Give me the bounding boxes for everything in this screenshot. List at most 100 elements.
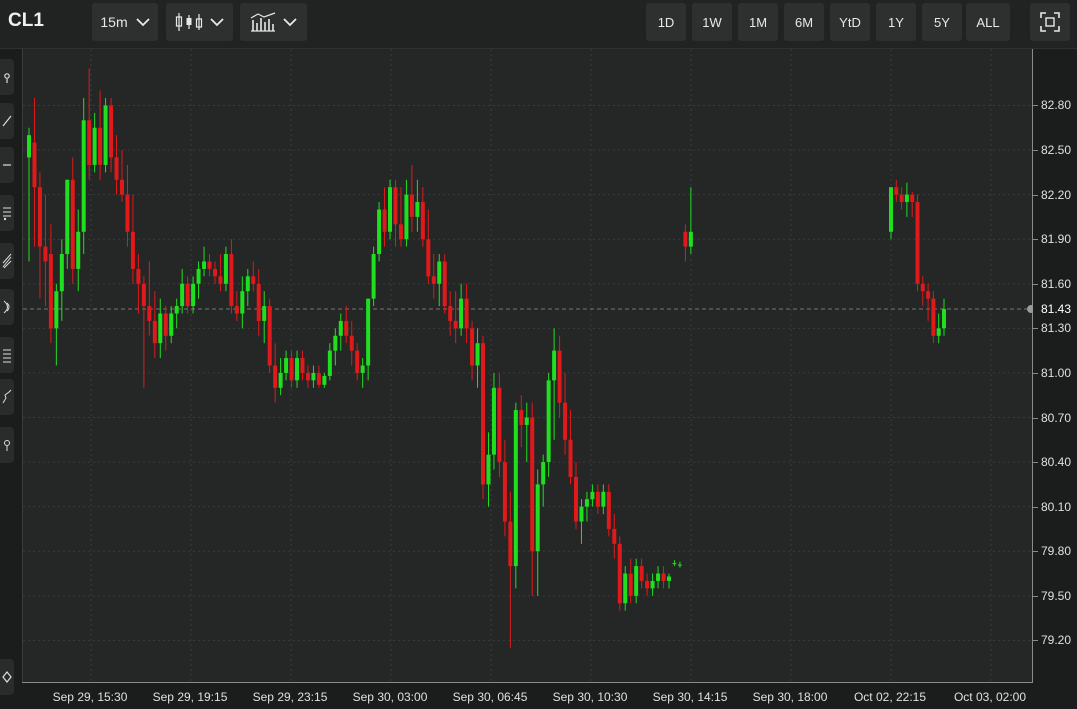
- candle-body: [666, 576, 671, 581]
- eraser-tool-button[interactable]: [0, 659, 14, 695]
- candle-body: [234, 306, 239, 314]
- candle-body: [141, 283, 146, 307]
- candle-body: [920, 283, 925, 292]
- range-1m-button[interactable]: 1M: [738, 3, 778, 41]
- candle: [158, 298, 163, 359]
- crosshair-tool-button[interactable]: [0, 59, 14, 95]
- interval-selector[interactable]: 15m: [92, 3, 158, 41]
- pattern-tool-button[interactable]: [0, 337, 14, 373]
- candle: [541, 454, 546, 507]
- candle: [920, 276, 925, 307]
- candle-body: [169, 313, 174, 336]
- candle: [70, 157, 75, 284]
- candle-body: [382, 209, 387, 232]
- horizontal-line-tool-icon: [3, 164, 11, 166]
- y-axis-label: 80.10: [1041, 499, 1072, 514]
- x-axis-label: Oct 03, 02:00: [953, 690, 1027, 704]
- eraser-tool-icon: [2, 671, 12, 683]
- candle: [519, 395, 524, 448]
- candle-body: [251, 276, 256, 284]
- chevron-down-icon: [210, 17, 224, 26]
- x-axis-label: Sep 29, 19:15: [152, 690, 228, 704]
- candle: [645, 573, 650, 596]
- candle: [661, 566, 666, 589]
- candle-body: [371, 254, 376, 299]
- candle: [623, 566, 628, 611]
- range-all-button[interactable]: ALL: [966, 3, 1010, 41]
- candle-body: [661, 573, 666, 581]
- candle: [360, 358, 365, 388]
- candle-body: [262, 306, 267, 321]
- range-6m-button[interactable]: 6M: [784, 3, 824, 41]
- candle-body: [70, 179, 75, 269]
- candle: [398, 187, 403, 247]
- candle: [393, 179, 398, 247]
- pitchfork-tool-button[interactable]: [0, 243, 14, 279]
- candle-body: [218, 276, 223, 284]
- candle-body: [475, 343, 480, 366]
- candle-body: [524, 417, 529, 425]
- y-axis-tick: [1033, 595, 1038, 597]
- last-price-label: 81.43: [1041, 302, 1072, 317]
- trendline-tool-button[interactable]: [0, 103, 14, 139]
- y-axis-label: 81.00: [1041, 365, 1072, 380]
- candle: [677, 561, 682, 568]
- candle: [218, 254, 223, 292]
- symbol-title: CL1: [8, 10, 44, 31]
- candle-body: [470, 328, 475, 366]
- candle: [98, 90, 103, 180]
- candle: [327, 343, 332, 381]
- price-chart[interactable]: [22, 49, 1033, 682]
- elliott-wave-tool-button[interactable]: [0, 379, 14, 415]
- candle-body: [109, 105, 114, 158]
- candle: [470, 320, 475, 381]
- candle-body: [557, 350, 562, 403]
- y-axis-label: 82.20: [1041, 187, 1072, 202]
- candle-body: [453, 320, 458, 329]
- candle: [163, 306, 168, 351]
- indicators-selector[interactable]: [240, 3, 307, 41]
- candle-body: [125, 194, 130, 232]
- candle-body: [229, 254, 234, 307]
- candle: [141, 276, 146, 388]
- candle: [464, 283, 469, 344]
- range-1w-button[interactable]: 1W: [692, 3, 732, 41]
- candle: [617, 536, 622, 611]
- candle-body: [43, 246, 48, 262]
- candle-body: [541, 462, 546, 485]
- range-1m-label: 1M: [748, 14, 768, 30]
- candle-body: [284, 358, 289, 373]
- interval-label: 15m: [100, 14, 128, 30]
- candle: [889, 187, 893, 240]
- candle: [552, 328, 557, 440]
- candle-body: [37, 187, 42, 247]
- candle: [37, 172, 42, 299]
- candle-body: [196, 268, 201, 284]
- candle: [546, 372, 551, 477]
- candle: [344, 306, 349, 344]
- gann-tool-button[interactable]: [0, 289, 14, 325]
- chart-type-selector[interactable]: [166, 3, 233, 41]
- horizontal-line-tool-button[interactable]: [0, 147, 14, 183]
- candle-body: [114, 157, 119, 180]
- range-5y-button[interactable]: 5Y: [922, 3, 962, 41]
- candle: [942, 298, 946, 336]
- candle: [125, 164, 130, 247]
- measure-tool-button[interactable]: [0, 427, 14, 463]
- range-ytd-button[interactable]: YtD: [830, 3, 870, 41]
- candle-body: [574, 476, 578, 522]
- candle-body: [76, 231, 81, 269]
- range-1d-button[interactable]: 1D: [646, 3, 686, 41]
- range-1y-button[interactable]: 1Y: [876, 3, 916, 41]
- candle: [904, 182, 909, 217]
- fullscreen-button[interactable]: [1030, 3, 1070, 41]
- candle-body: [180, 283, 185, 307]
- candle-body: [240, 291, 245, 314]
- candle: [81, 98, 86, 255]
- candle: [431, 254, 436, 299]
- candle: [601, 484, 606, 515]
- candle-body: [936, 328, 941, 336]
- candle: [32, 98, 37, 247]
- candle-body: [672, 563, 677, 565]
- fibonacci-tool-button[interactable]: [0, 195, 14, 231]
